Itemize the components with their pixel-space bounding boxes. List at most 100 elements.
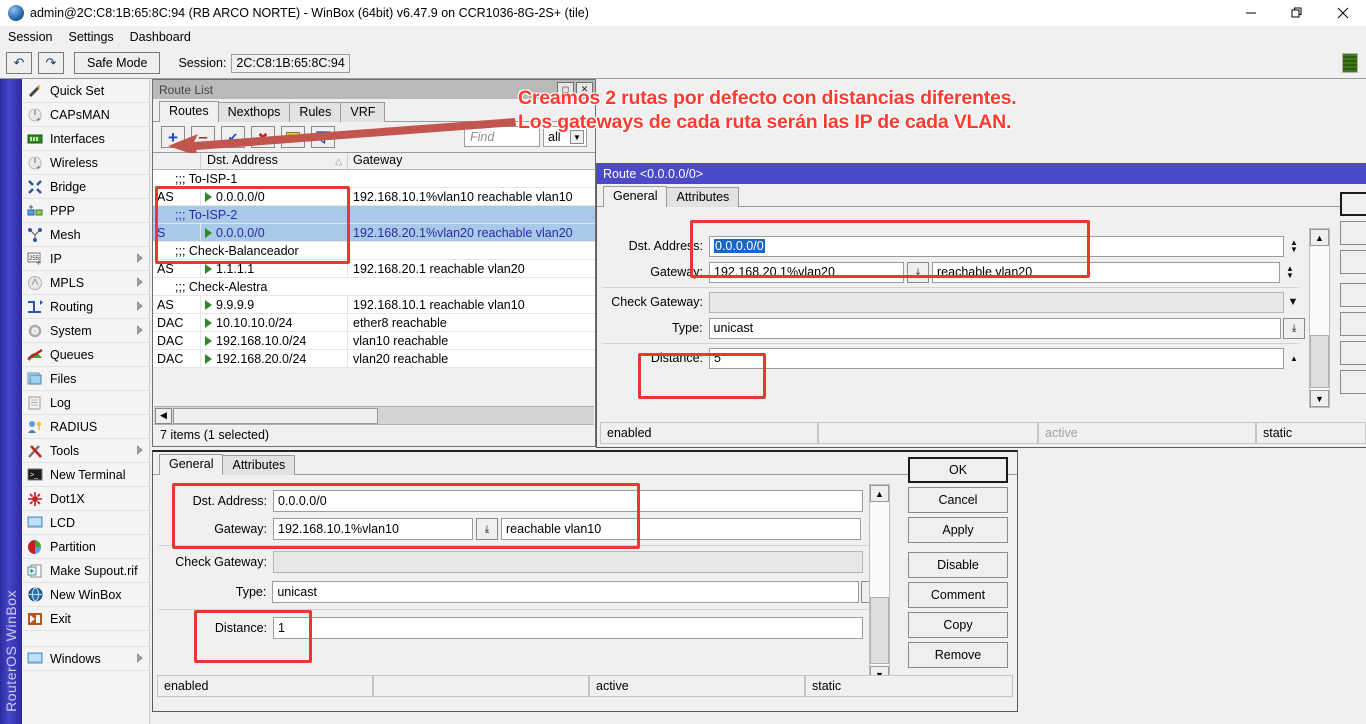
gateway-input[interactable]: 192.168.20.1%vlan20	[709, 262, 904, 283]
table-row-comment[interactable]: ;;; Check-Balanceador	[153, 242, 595, 260]
tab-attributes[interactable]: Attributes	[222, 455, 295, 475]
sidebar-item-dot1x[interactable]: Dot1X	[22, 487, 149, 511]
safe-mode-button[interactable]: Safe Mode	[74, 52, 160, 74]
gateway-dropdown-icon[interactable]: ⤓	[476, 518, 498, 540]
copy-button[interactable]	[1340, 341, 1366, 365]
sidebar-item-make-supout-rif[interactable]: Make Supout.rif	[22, 559, 149, 583]
distance-input[interactable]: 1	[273, 617, 863, 639]
redo-arrow-icon[interactable]: ↷	[38, 52, 64, 74]
vscroll-thumb[interactable]	[870, 597, 889, 664]
table-row-comment[interactable]: ;;; Check-Alestra	[153, 278, 595, 296]
sidebar-item-ip[interactable]: 255+IP	[22, 247, 149, 271]
disable-button[interactable]: ✖	[251, 126, 275, 148]
vscroll-thumb[interactable]	[1310, 335, 1329, 388]
tab-routes[interactable]: Routes	[159, 101, 219, 122]
column-dst-address[interactable]: Dst. Address △	[201, 153, 348, 169]
distance-spinner[interactable]: ▲	[1286, 348, 1302, 369]
filter-button[interactable]	[311, 126, 335, 148]
tab-attributes[interactable]: Attributes	[666, 187, 739, 207]
maximize-icon[interactable]	[1274, 0, 1320, 26]
scroll-down-icon[interactable]: ▼	[1310, 390, 1329, 407]
disable-button[interactable]	[1340, 283, 1366, 307]
sidebar-item-partition[interactable]: Partition	[22, 535, 149, 559]
dst-address-input[interactable]: 0.0.0.0/0	[273, 490, 863, 512]
sidebar-item-system[interactable]: System	[22, 319, 149, 343]
sidebar-item-files[interactable]: Files	[22, 367, 149, 391]
table-row-comment[interactable]: ;;; To-ISP-2	[153, 206, 595, 224]
table-row[interactable]: DAC192.168.20.0/24vlan20 reachable	[153, 350, 595, 368]
sidebar-item-routing[interactable]: Routing	[22, 295, 149, 319]
minimize-icon[interactable]	[1228, 0, 1274, 26]
menu-item-dashboard[interactable]: Dashboard	[122, 28, 199, 46]
gateway-input[interactable]: 192.168.10.1%vlan10	[273, 518, 473, 540]
table-row[interactable]: AS9.9.9.9192.168.10.1 reachable vlan10	[153, 296, 595, 314]
type-input[interactable]: unicast	[272, 581, 859, 603]
menu-item-session[interactable]: Session	[0, 28, 60, 46]
table-row[interactable]: DAC192.168.10.0/24vlan10 reachable	[153, 332, 595, 350]
ok-button[interactable]	[1340, 192, 1366, 216]
table-row[interactable]: AS0.0.0.0/0192.168.10.1%vlan10 reachable…	[153, 188, 595, 206]
scroll-up-icon[interactable]: ▲	[870, 485, 889, 502]
remove-button[interactable]: Remove	[908, 642, 1008, 668]
sidebar-item-log[interactable]: Log	[22, 391, 149, 415]
column-gateway[interactable]: Gateway	[348, 153, 595, 169]
tab-nexthops[interactable]: Nexthops	[218, 102, 291, 122]
check-gateway-dropdown-icon[interactable]: ▼	[1284, 292, 1302, 313]
check-gateway-input[interactable]	[273, 551, 863, 573]
apply-button[interactable]	[1340, 250, 1366, 274]
route-dialog-bottom-vscrollbar[interactable]: ▲ ▼	[869, 484, 890, 684]
check-gateway-input[interactable]	[709, 292, 1284, 313]
sidebar-item-queues[interactable]: +Queues	[22, 343, 149, 367]
menu-item-settings[interactable]: Settings	[60, 28, 121, 46]
table-row[interactable]: S0.0.0.0/0192.168.20.1%vlan20 reachable …	[153, 224, 595, 242]
dst-address-input[interactable]: 0.0.0.0/0	[709, 236, 1284, 257]
table-row-comment[interactable]: ;;; To-ISP-1	[153, 170, 595, 188]
sidebar-item-ppp[interactable]: PPP	[22, 199, 149, 223]
sidebar-item-mpls[interactable]: MPLS	[22, 271, 149, 295]
remove-button[interactable]: ‒	[191, 126, 215, 148]
comment-button[interactable]: Comment	[908, 582, 1008, 608]
sidebar-item-radius[interactable]: RADIUS	[22, 415, 149, 439]
type-input[interactable]: unicast	[709, 318, 1282, 339]
sidebar-item-wireless[interactable]: +Wireless	[22, 151, 149, 175]
sidebar-item-windows[interactable]: Windows	[22, 647, 149, 671]
scroll-up-icon[interactable]: ▲	[1310, 229, 1329, 246]
cancel-button[interactable]: Cancel	[908, 487, 1008, 513]
sidebar-item-lcd[interactable]: LCD	[22, 511, 149, 535]
disable-button[interactable]: Disable	[908, 552, 1008, 578]
route-table-hscrollbar[interactable]: ◀	[154, 406, 594, 424]
ok-button[interactable]: OK	[908, 457, 1008, 483]
sidebar-item-tools[interactable]: Tools	[22, 439, 149, 463]
sidebar-item-quick-set[interactable]: Quick Set	[22, 79, 149, 103]
copy-button[interactable]: Copy	[908, 612, 1008, 638]
gateway-spinner[interactable]: ▲▼	[1282, 262, 1298, 283]
scroll-left-icon[interactable]: ◀	[155, 408, 172, 424]
apply-button[interactable]: Apply	[908, 517, 1008, 543]
undo-arrow-icon[interactable]: ↶	[6, 52, 32, 74]
sidebar-item-exit[interactable]: Exit	[22, 607, 149, 631]
hscroll-thumb[interactable]	[173, 408, 378, 424]
comment-button[interactable]	[1340, 312, 1366, 336]
type-dropdown-icon[interactable]: ⤓	[1283, 318, 1305, 339]
close-icon[interactable]	[1320, 0, 1366, 26]
vscroll-track[interactable]	[870, 502, 889, 666]
distance-input[interactable]: 5	[709, 348, 1284, 369]
sidebar-item-interfaces[interactable]: Interfaces	[22, 127, 149, 151]
sidebar-item-bridge[interactable]: Bridge	[22, 175, 149, 199]
tab-vrf[interactable]: VRF	[340, 102, 385, 122]
cancel-button[interactable]	[1340, 221, 1366, 245]
route-dialog-top-vscrollbar[interactable]: ▲ ▼	[1309, 228, 1330, 408]
gateway-dropdown-icon[interactable]: ⤓	[907, 262, 929, 283]
table-row[interactable]: DAC10.10.10.0/24ether8 reachable	[153, 314, 595, 332]
enable-button[interactable]: ✔	[221, 126, 245, 148]
comment-button[interactable]	[281, 126, 305, 148]
sidebar-item-capsman[interactable]: +CAPsMAN	[22, 103, 149, 127]
remove-button[interactable]	[1340, 370, 1366, 394]
sidebar-item-mesh[interactable]: Mesh	[22, 223, 149, 247]
sidebar-item-new-winbox[interactable]: New WinBox	[22, 583, 149, 607]
tab-rules[interactable]: Rules	[289, 102, 341, 122]
tab-general[interactable]: General	[603, 186, 667, 207]
sidebar-item-new-terminal[interactable]: >_New Terminal	[22, 463, 149, 487]
tab-general[interactable]: General	[159, 454, 223, 475]
vscroll-track[interactable]	[1310, 246, 1329, 390]
